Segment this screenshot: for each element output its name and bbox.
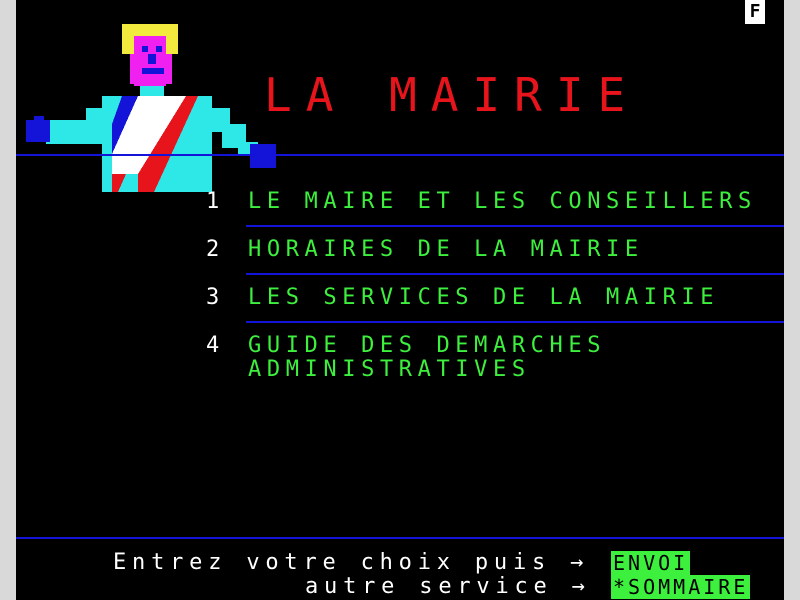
menu-number: 4 xyxy=(206,333,220,358)
divider-top xyxy=(16,154,784,156)
menu-label: LE MAIRE ET LES CONSEILLERS xyxy=(248,189,757,214)
other-service-prompt: autre service → xyxy=(305,574,591,599)
divider-menu-3 xyxy=(246,321,784,323)
envoi-key-button[interactable]: ENVOI xyxy=(611,551,691,575)
sommaire-key-button[interactable]: *SOMMAIRE xyxy=(611,575,751,599)
menu-label: HORAIRES DE LA MAIRIE xyxy=(248,237,644,262)
menu-label: LES SERVICES DE LA MAIRIE xyxy=(248,285,720,310)
divider-menu-1 xyxy=(246,225,784,227)
divider-menu-2 xyxy=(246,273,784,275)
choice-prompt: Entrez votre choix puis → xyxy=(113,550,590,575)
menu-label-line-2: ADMINISTRATIVES xyxy=(248,357,531,382)
videotex-screen: F LA MAIRIE 1 LE MAIRE ET LES CONSEILLER… xyxy=(16,0,784,600)
menu-number: 3 xyxy=(206,285,220,310)
divider-bottom xyxy=(16,537,784,539)
page-title: LA MAIRIE xyxy=(264,68,640,122)
mayor-mascot-icon xyxy=(26,24,276,192)
service-badge: F xyxy=(745,0,765,24)
menu-number: 1 xyxy=(206,189,220,214)
menu-number: 2 xyxy=(206,237,220,262)
menu-label-line-1: GUIDE DES DEMARCHES xyxy=(248,333,607,358)
